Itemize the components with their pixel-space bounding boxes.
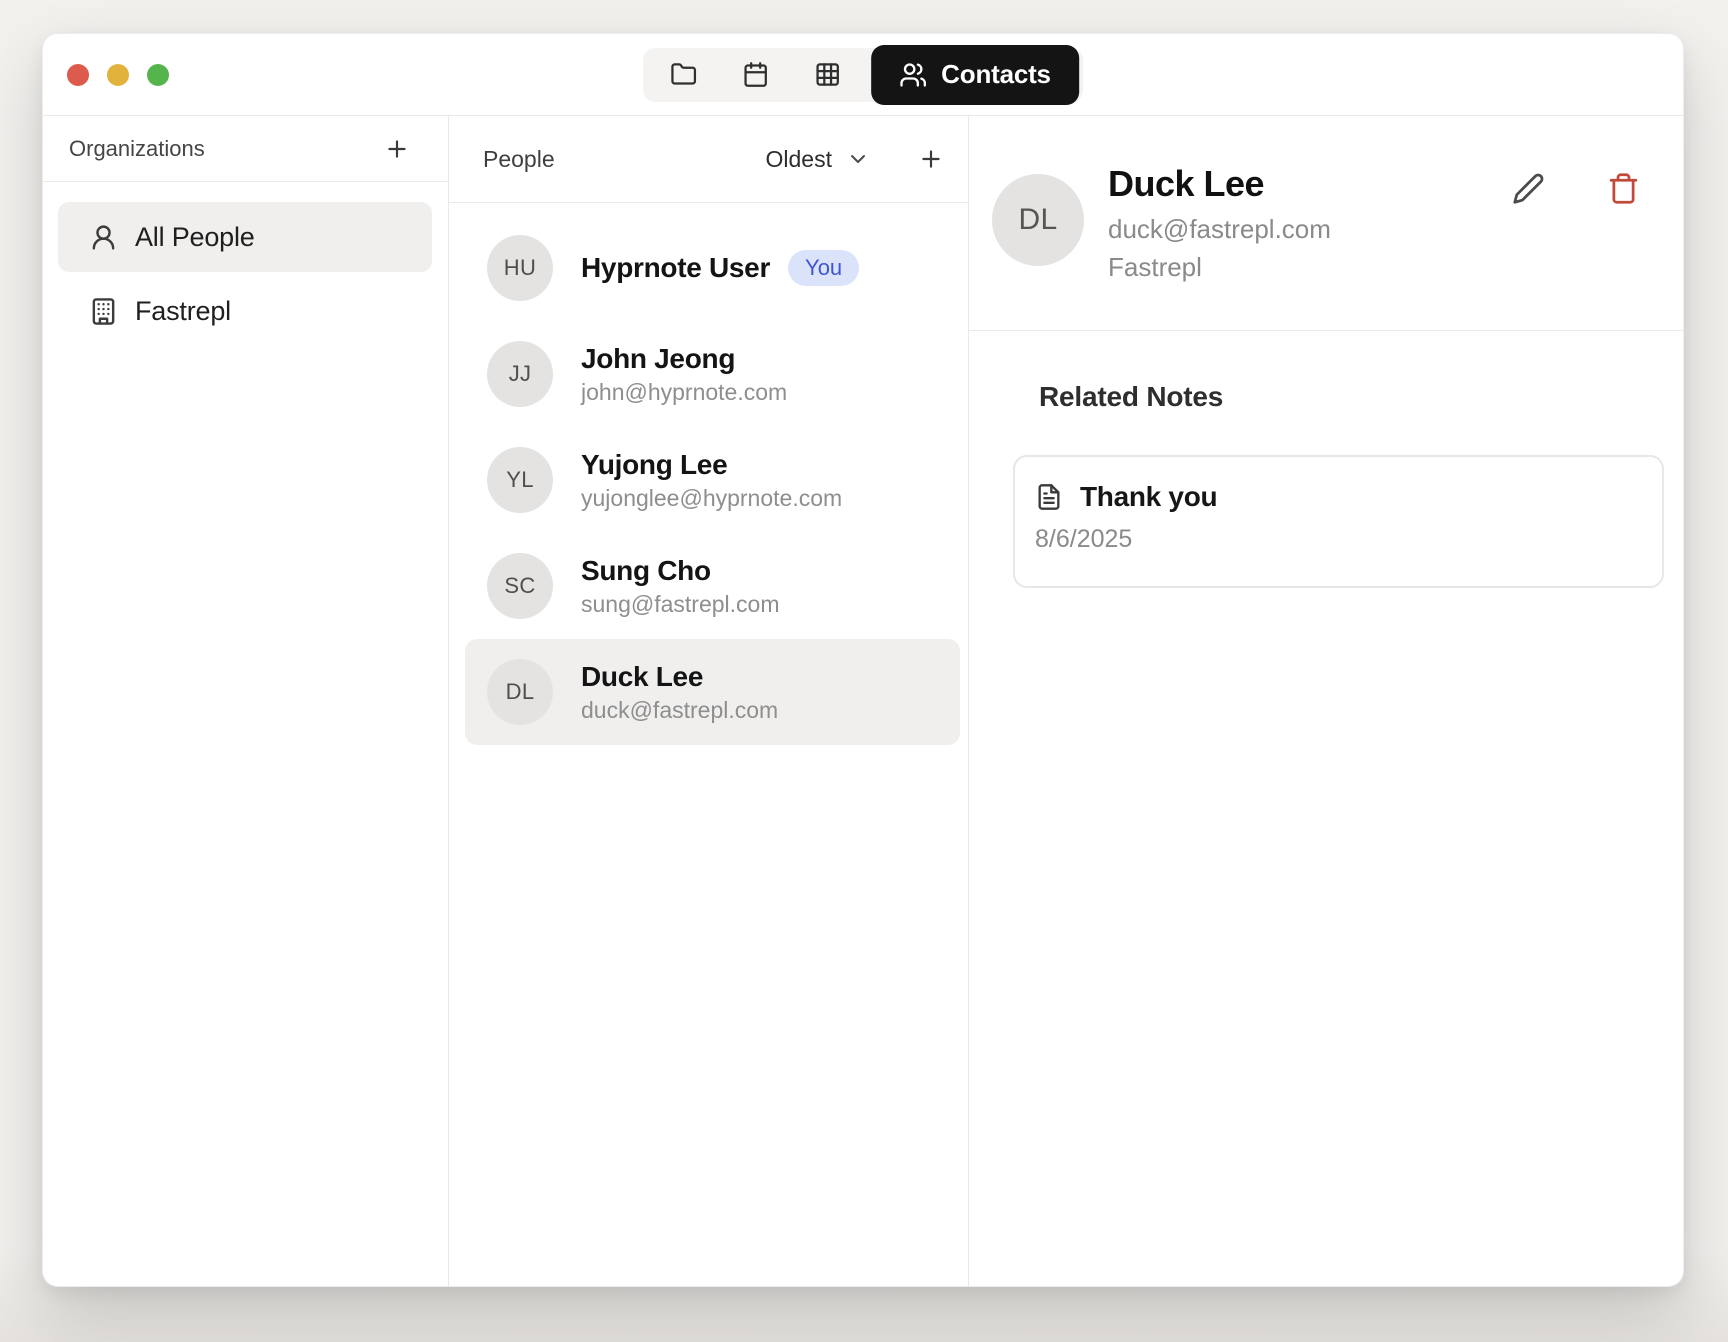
person-row-sung-cho[interactable]: SC Sung Cho sung@fastrepl.com xyxy=(449,533,968,639)
folder-icon xyxy=(670,61,697,88)
people-header: People Oldest xyxy=(449,116,968,203)
sidebar-item-label: All People xyxy=(135,222,255,253)
related-notes-section: Related Notes Thank you 8/6/2025 xyxy=(969,331,1684,588)
note-date: 8/6/2025 xyxy=(1035,525,1640,554)
person-email: yujonglee@hyprnote.com xyxy=(581,485,842,512)
sidebar-item-all-people[interactable]: All People xyxy=(58,202,432,272)
trash-icon xyxy=(1607,172,1640,205)
tab-contacts[interactable]: Contacts xyxy=(871,45,1079,105)
contact-detail-panel: DL Duck Lee duck@fastrepl.com Fastrepl R… xyxy=(969,116,1684,1286)
add-person-button[interactable] xyxy=(914,142,948,176)
edit-contact-button[interactable] xyxy=(1508,168,1549,209)
contact-organization: Fastrepl xyxy=(1108,252,1331,283)
organizations-title: Organizations xyxy=(69,136,205,162)
organizations-header: Organizations xyxy=(43,116,448,182)
document-icon xyxy=(1035,483,1063,511)
plus-icon xyxy=(384,136,410,162)
organizations-list: All People Fastrepl xyxy=(43,182,448,346)
sidebar-item-label: Fastrepl xyxy=(135,296,231,327)
zoom-window-button[interactable] xyxy=(147,64,169,86)
sort-dropdown[interactable]: Oldest xyxy=(766,146,870,173)
calendar-icon xyxy=(742,61,769,88)
sidebar-item-fastrepl[interactable]: Fastrepl xyxy=(58,276,432,346)
people-panel: People Oldest HU Hyprnote User You xyxy=(449,116,969,1286)
person-row-john-jeong[interactable]: JJ John Jeong john@hyprnote.com xyxy=(449,321,968,427)
tab-notes[interactable] xyxy=(649,54,717,96)
note-card-thank-you[interactable]: Thank you 8/6/2025 xyxy=(1013,455,1664,588)
table-icon xyxy=(814,61,841,88)
avatar: YL xyxy=(487,447,553,513)
sort-label: Oldest xyxy=(766,146,832,173)
avatar: DL xyxy=(992,174,1084,266)
main-content: Organizations All People Fastrepl People xyxy=(43,116,1683,1286)
contact-email: duck@fastrepl.com xyxy=(1108,214,1331,245)
view-switcher: Contacts xyxy=(643,48,1083,102)
close-window-button[interactable] xyxy=(67,64,89,86)
app-window: Contacts Organizations All People Fastre… xyxy=(42,33,1684,1287)
avatar: DL xyxy=(487,659,553,725)
contact-name: Duck Lee xyxy=(1108,163,1331,205)
person-email: john@hyprnote.com xyxy=(581,379,787,406)
person-name: Duck Lee xyxy=(581,661,703,693)
delete-contact-button[interactable] xyxy=(1603,168,1644,209)
add-organization-button[interactable] xyxy=(380,132,414,166)
avatar: JJ xyxy=(487,341,553,407)
note-title: Thank you xyxy=(1080,481,1217,513)
traffic-lights xyxy=(67,64,169,86)
titlebar: Contacts xyxy=(43,34,1683,116)
user-icon xyxy=(89,223,118,252)
tab-contacts-label: Contacts xyxy=(941,59,1051,90)
person-email: sung@fastrepl.com xyxy=(581,591,780,618)
plus-icon xyxy=(918,146,944,172)
person-name: John Jeong xyxy=(581,343,735,375)
person-name: Sung Cho xyxy=(581,555,711,587)
person-row-yujong-lee[interactable]: YL Yujong Lee yujonglee@hyprnote.com xyxy=(449,427,968,533)
tab-table[interactable] xyxy=(793,54,861,96)
organizations-sidebar: Organizations All People Fastrepl xyxy=(43,116,449,1286)
you-badge: You xyxy=(788,250,859,286)
chevron-down-icon xyxy=(846,147,870,171)
avatar: HU xyxy=(487,235,553,301)
person-name: Yujong Lee xyxy=(581,449,727,481)
related-notes-title: Related Notes xyxy=(1039,381,1664,413)
person-row-duck-lee[interactable]: DL Duck Lee duck@fastrepl.com xyxy=(465,639,960,745)
person-email: duck@fastrepl.com xyxy=(581,697,778,724)
building-icon xyxy=(89,297,118,326)
avatar: SC xyxy=(487,553,553,619)
minimize-window-button[interactable] xyxy=(107,64,129,86)
pencil-icon xyxy=(1512,172,1545,205)
person-name: Hyprnote User xyxy=(581,252,770,284)
contact-actions xyxy=(1508,168,1644,209)
people-list: HU Hyprnote User You JJ John Jeong john@… xyxy=(449,203,968,745)
tab-calendar[interactable] xyxy=(721,54,789,96)
people-title: People xyxy=(483,146,555,173)
users-icon xyxy=(899,61,927,89)
contact-detail-header: DL Duck Lee duck@fastrepl.com Fastrepl xyxy=(969,116,1684,331)
person-row-hyprnote-user[interactable]: HU Hyprnote User You xyxy=(449,215,968,321)
